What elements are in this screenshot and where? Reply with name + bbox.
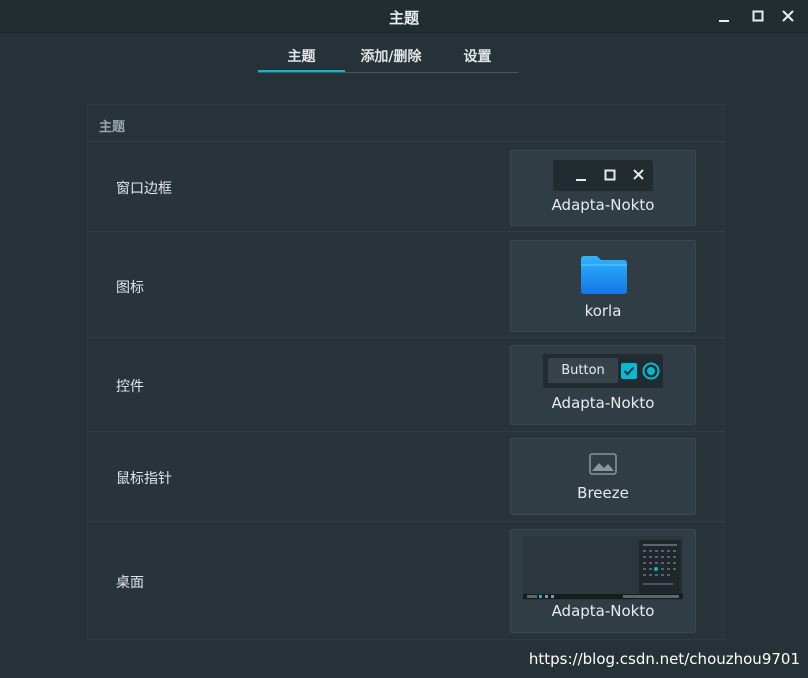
- window-title: 主题: [388, 9, 419, 27]
- desktop-theme-button[interactable]: Adapta-Nokto: [510, 529, 696, 633]
- widgets-preview: Button: [543, 354, 663, 388]
- tab-bar: 主题 添加/删除 设置: [258, 40, 518, 73]
- row-label: 鼠标指针: [116, 471, 172, 487]
- tab-add-remove[interactable]: 添加/删除: [345, 46, 437, 72]
- title-bar: 主题: [0, 0, 808, 33]
- row-label: 控件: [116, 379, 144, 395]
- section-title: 主题: [99, 120, 126, 135]
- row-cursor: 鼠标指针 Breeze: [88, 431, 724, 522]
- theme-name: Breeze: [577, 484, 629, 502]
- row-label: 窗口边框: [116, 181, 172, 197]
- tab-theme[interactable]: 主题: [258, 46, 345, 72]
- image-placeholder-icon: [589, 453, 617, 475]
- controls-theme-button[interactable]: Button Adapta-Nokto: [510, 345, 696, 425]
- minimize-button[interactable]: [714, 6, 734, 26]
- close-button[interactable]: [778, 6, 798, 26]
- desktop-preview: [523, 536, 683, 600]
- cursor-theme-button[interactable]: Breeze: [510, 438, 696, 515]
- icon-theme-button[interactable]: korla: [510, 240, 696, 332]
- theme-name: korla: [584, 302, 622, 320]
- checkbox-checked-icon: [621, 363, 637, 379]
- watermark: https://blog.csdn.net/chouzhou9701: [528, 650, 800, 668]
- tab-settings[interactable]: 设置: [437, 46, 518, 72]
- minimize-icon: [719, 20, 729, 22]
- folder-icon: [581, 256, 627, 294]
- row-label: 桌面: [116, 575, 144, 591]
- radio-selected-icon: [642, 362, 660, 380]
- theme-name: Adapta-Nokto: [551, 602, 655, 620]
- window-controls-preview-icon: [576, 169, 644, 181]
- close-icon: [782, 10, 794, 22]
- maximize-button[interactable]: [748, 6, 768, 26]
- theme-panel: 主题 窗口边框 Adapta-Nokto 图标 korla 控件 Button …: [87, 104, 725, 640]
- window-border-preview: [553, 160, 653, 191]
- window-border-theme-button[interactable]: Adapta-Nokto: [510, 150, 696, 226]
- preview-button: Button: [548, 358, 618, 383]
- row-label: 图标: [116, 280, 144, 296]
- theme-name: Adapta-Nokto: [551, 394, 655, 412]
- theme-name: Adapta-Nokto: [551, 196, 655, 214]
- maximize-icon: [752, 10, 764, 22]
- desktop-preview-icon: [523, 540, 683, 599]
- row-desktop: 桌面 Adapta-Nokto: [88, 521, 724, 639]
- row-window-border: 窗口边框 Adapta-Nokto: [88, 141, 724, 232]
- row-icons: 图标 korla: [88, 231, 724, 338]
- row-controls: 控件 Button Adapta-Nokto: [88, 337, 724, 432]
